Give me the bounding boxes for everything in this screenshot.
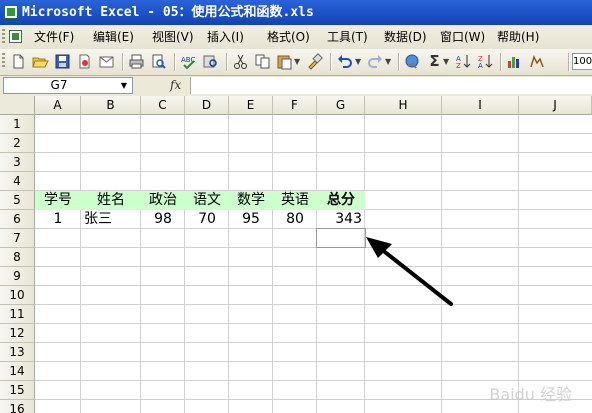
- formula-input[interactable]: [190, 77, 592, 94]
- selected-cell-g7[interactable]: [316, 228, 366, 248]
- watermark: Baidu 经验: [489, 385, 572, 404]
- paste-dropdown-icon[interactable]: ▼: [294, 53, 302, 70]
- research-icon[interactable]: [202, 53, 219, 70]
- format-painter-icon[interactable]: [306, 53, 323, 70]
- toolbar-separator: [500, 53, 501, 71]
- print-icon[interactable]: [128, 53, 145, 70]
- toolbar-grip-icon[interactable]: [2, 53, 5, 69]
- toolbar-separator: [122, 53, 123, 71]
- menu-format[interactable]: 格式(O): [267, 25, 310, 49]
- open-icon[interactable]: [32, 53, 49, 70]
- toolbar-separator: [226, 53, 227, 71]
- title-bar: Microsoft Excel - 05：使用公式和函数.xls: [0, 0, 592, 25]
- menu-bar: 文件(F) 编辑(E) 视图(V) 插入(I) 格式(O) 工具(T) 数据(D…: [0, 25, 592, 50]
- chart-wizard-icon[interactable]: [506, 53, 523, 70]
- permission-icon[interactable]: [76, 53, 93, 70]
- autosum-icon[interactable]: Σ: [426, 53, 443, 70]
- undo-icon[interactable]: [336, 53, 353, 70]
- name-box[interactable]: G7 ▼: [3, 77, 133, 94]
- undo-dropdown-icon[interactable]: ▼: [355, 53, 363, 70]
- svg-text:A: A: [478, 62, 483, 70]
- autosum-dropdown-icon[interactable]: ▼: [443, 53, 451, 70]
- cut-icon[interactable]: [232, 53, 249, 70]
- formula-bar: G7 ▼ fx: [0, 76, 592, 97]
- workbook-icon[interactable]: [9, 30, 22, 43]
- sort-descending-icon[interactable]: ZA: [477, 53, 494, 70]
- toolbar-separator: [398, 53, 399, 71]
- worksheet-grid[interactable]: A B C D E F G H I J 1 2 3 4 5 6 7 8 9 10…: [0, 96, 592, 413]
- insert-function-icon[interactable]: fx: [170, 77, 190, 94]
- menu-window[interactable]: 窗口(W): [440, 25, 485, 49]
- svg-text:Z: Z: [456, 62, 461, 70]
- toolbar-separator: [174, 53, 175, 71]
- paste-icon[interactable]: [276, 53, 293, 70]
- hyperlink-icon[interactable]: [404, 53, 421, 70]
- email-icon[interactable]: [98, 53, 115, 70]
- copy-icon[interactable]: [254, 53, 271, 70]
- redo-dropdown-icon[interactable]: ▼: [385, 53, 393, 70]
- excel-app-icon[interactable]: [4, 5, 18, 19]
- zoom-value: 100: [573, 56, 592, 67]
- toolbar-separator: [568, 53, 569, 71]
- toolbar-separator: [330, 53, 331, 71]
- name-box-value: G7: [50, 78, 68, 92]
- save-icon[interactable]: [54, 53, 71, 70]
- menubar-grip-icon[interactable]: [2, 29, 5, 45]
- name-box-dropdown-icon[interactable]: ▼: [118, 78, 130, 93]
- menu-help[interactable]: 帮助(H): [497, 25, 539, 49]
- sort-ascending-icon[interactable]: AZ: [455, 53, 472, 70]
- menu-view[interactable]: 视图(V): [152, 25, 194, 49]
- menu-file[interactable]: 文件(F): [34, 25, 74, 49]
- print-preview-icon[interactable]: [150, 53, 167, 70]
- menu-edit[interactable]: 编辑(E): [93, 25, 134, 49]
- menu-tools[interactable]: 工具(T): [327, 25, 368, 49]
- menu-data[interactable]: 数据(D): [384, 25, 427, 49]
- drawing-icon[interactable]: [528, 53, 545, 70]
- menu-insert[interactable]: 插入(I): [207, 25, 244, 49]
- zoom-box[interactable]: 100: [572, 53, 592, 70]
- spelling-icon[interactable]: ABC: [180, 53, 197, 70]
- window-title: Microsoft Excel - 05：使用公式和函数.xls: [22, 5, 314, 20]
- new-icon[interactable]: [10, 53, 27, 70]
- annotation-arrow: [366, 237, 453, 306]
- redo-icon[interactable]: [367, 53, 384, 70]
- standard-toolbar: ABC ▼ ▼ ▼ Σ ▼ AZ ZA 100: [0, 49, 592, 76]
